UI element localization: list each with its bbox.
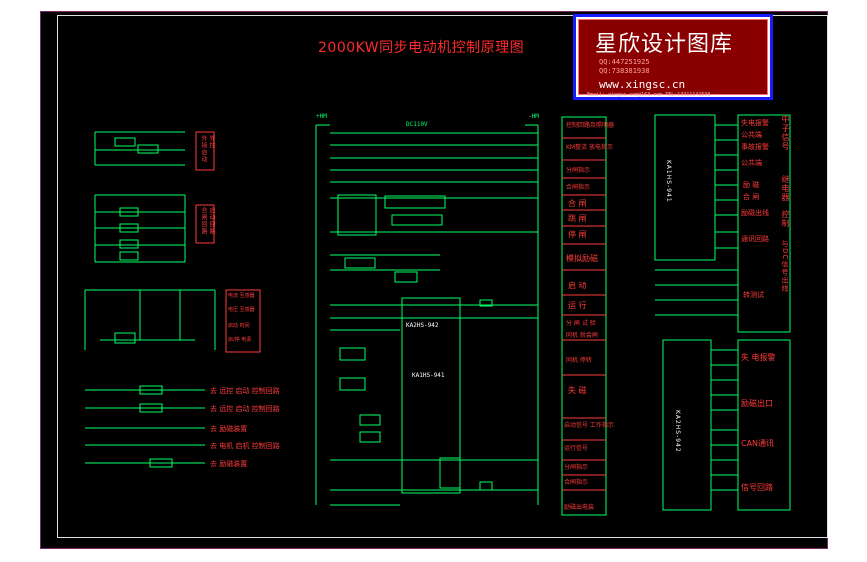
fn-label-6: 停 闸	[568, 230, 587, 239]
right-top-5: 合 闸	[743, 193, 760, 201]
left-box-0: 电流 互感器	[228, 293, 255, 299]
fn-label-13: 失 磁	[568, 386, 587, 395]
right-bottom-2: CAN通讯	[741, 439, 775, 448]
legend-line-3: 去 电机 启机 控制回路	[210, 442, 280, 450]
schematic-wiring	[84, 114, 791, 516]
legend-line-4: 去 励磁装置	[210, 460, 248, 468]
right-top-7: 通讯回路	[741, 235, 769, 243]
device-main-label: KA1HS-941	[412, 372, 445, 379]
right-top-4: 励 磁	[743, 181, 760, 189]
fn-label-17: 合闸指示	[564, 479, 589, 486]
left-label-3: 启动回路	[208, 207, 215, 235]
left-box-3: 启/停 电源	[228, 337, 252, 343]
fn-label-9: 运 行	[568, 301, 587, 310]
relay-right2-label: KA2HS-942	[674, 410, 681, 453]
right-vert-3: 与DC信号出线	[781, 240, 789, 293]
left-box-1: 电压 互感器	[228, 307, 255, 313]
bus-positive: +HM	[316, 113, 327, 120]
bus-negative: -HM	[528, 113, 539, 120]
right-top-6: 励磁出线	[741, 209, 769, 217]
fn-label-10: 分 闸 试 验	[566, 320, 596, 327]
right-bottom-3: 信号回路	[741, 483, 773, 492]
left-box-2: 启动 时间	[228, 323, 250, 329]
fn-label-11: 同机 就会闸	[566, 332, 598, 339]
fn-label-14: 启动信号 工作指示	[564, 422, 614, 429]
right-top-1: 公共端	[741, 131, 762, 139]
right-vert-0: 中子信号	[781, 115, 790, 151]
fn-label-16: 分闸指示	[564, 464, 589, 471]
legend-line-1: 去 远控 启动 控制回路	[210, 405, 280, 413]
fn-label-2: 分闸指示	[566, 167, 591, 174]
legend-line-2: 去 励磁装置	[210, 425, 248, 433]
fn-label-7: 模拟励磁	[566, 254, 598, 263]
right-top-2: 事故报警	[741, 143, 769, 151]
right-top-8: 转测试	[743, 291, 764, 299]
fn-label-3: 合闸指示	[566, 184, 591, 191]
right-bottom-0: 失 电报警	[741, 353, 776, 362]
right-bottom-1: 励磁出口	[741, 399, 773, 408]
device-aux-label: KA2HS-942	[406, 322, 439, 329]
right-top-3: 公共端	[741, 159, 762, 167]
fn-label-1: KM整流 放电指示	[566, 144, 614, 151]
supply-voltage: DC110V	[406, 121, 428, 128]
fn-label-12: 同机 停转	[566, 357, 592, 364]
right-vert-2: 控制	[781, 210, 790, 228]
fn-label-4: 合 闸	[568, 199, 587, 208]
right-vert-1: 继电器	[781, 175, 790, 202]
fn-label-15: 运行信号	[564, 445, 589, 452]
relay-right-label: KA1HS-941	[665, 160, 672, 203]
right-top-0: 失电报警	[741, 119, 769, 127]
fn-label-5: 跳 闸	[568, 214, 587, 223]
legend-line-0: 去 远控 启动 控制回路	[210, 387, 280, 395]
fn-label-0: 控制回路及照明器	[566, 122, 615, 129]
left-label-1: 外控	[208, 135, 215, 149]
fn-label-18: 励磁出电装	[564, 504, 595, 511]
fn-label-8: 启 动	[568, 281, 587, 290]
